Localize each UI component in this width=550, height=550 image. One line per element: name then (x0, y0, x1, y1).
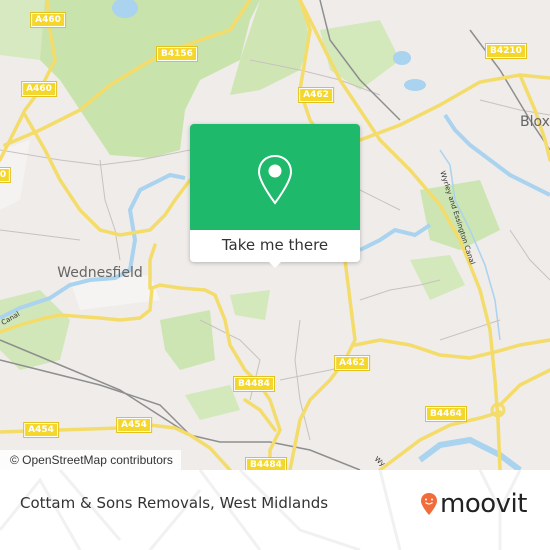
road-label-b4464: B4464 (425, 406, 467, 422)
business-title: Cottam & Sons Removals, West Midlands (20, 494, 329, 512)
road-label-a454: A454 (23, 422, 59, 438)
road-label-b4484: B4484 (245, 457, 287, 470)
road-label-a462: A462 (298, 87, 334, 103)
lake (393, 51, 411, 65)
road-label-a462: A462 (334, 355, 370, 371)
road-label-a454: A454 (116, 417, 152, 433)
place-label-wednesfield: Wednesfield (57, 265, 143, 281)
lake (404, 79, 426, 91)
popup-header (190, 124, 360, 230)
road-label-b4484: B4484 (233, 376, 275, 392)
map[interactable]: A460 A460 0 B4156 A462 B4210 A462 B4484 … (0, 0, 550, 470)
map-pin-icon (257, 154, 293, 205)
footer: Cottam & Sons Removals, West Midlands mo… (0, 470, 550, 550)
road-label-b4210: B4210 (485, 43, 527, 59)
road-label-a460: A460 (30, 12, 66, 28)
moovit-pin-icon (421, 493, 437, 515)
popup-pointer (267, 260, 283, 268)
park-area (0, 0, 45, 60)
road-label-a460: 0 (0, 167, 12, 183)
place-label-bloxwich: Blox (520, 114, 550, 130)
road-label-b4156: B4156 (156, 46, 198, 62)
moovit-logo[interactable]: moovit (420, 488, 527, 520)
moovit-wordmark: moovit (440, 489, 527, 519)
take-me-there-button[interactable]: Take me there (190, 230, 360, 262)
osm-attribution[interactable]: © OpenStreetMap contributors (0, 450, 181, 470)
take-me-there-popup[interactable]: Take me there (190, 124, 360, 268)
road-label-a460: A460 (21, 81, 57, 97)
